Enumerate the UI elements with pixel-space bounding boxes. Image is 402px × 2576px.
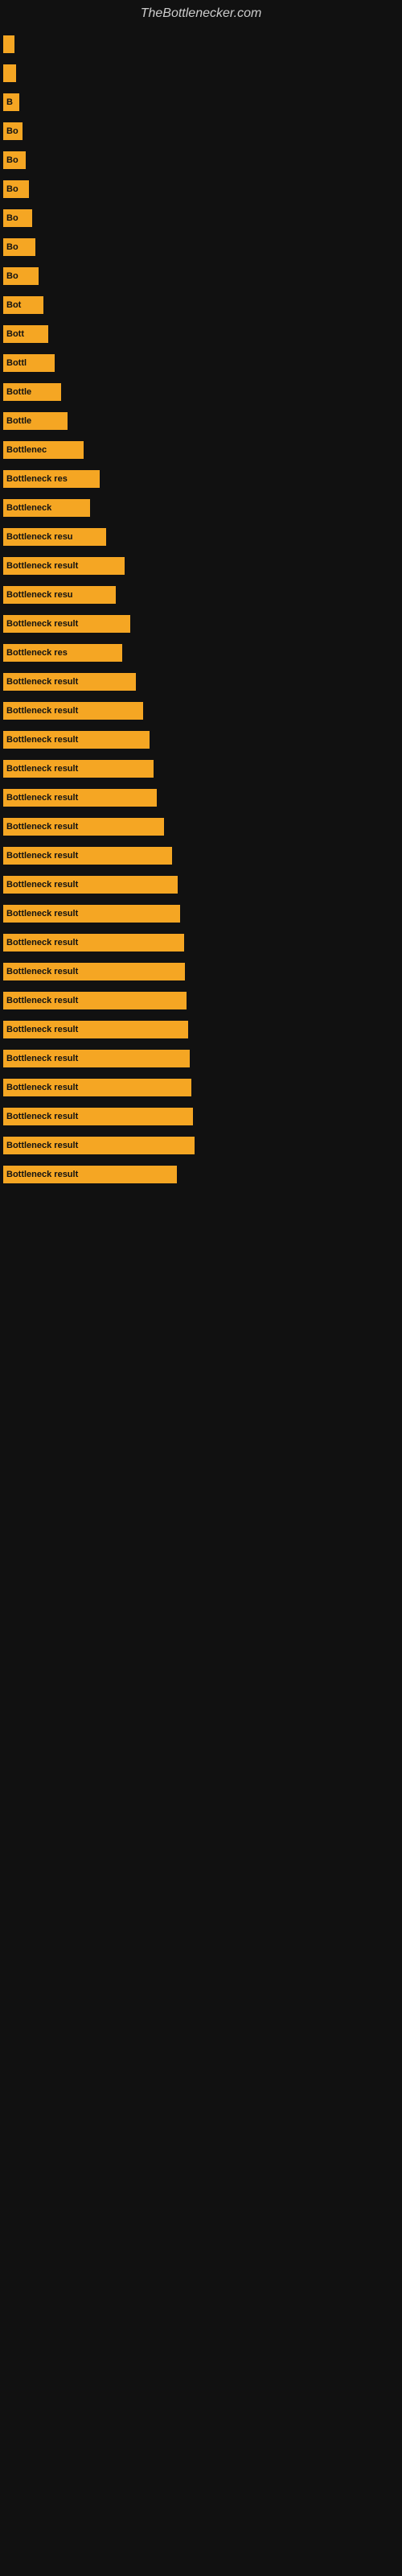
bar-row <box>0 64 402 82</box>
result-bar: Bottleneck res <box>3 470 100 488</box>
result-bar: Bottleneck resu <box>3 586 116 604</box>
bar-row: Bottleneck result <box>0 934 402 952</box>
result-bar: Bottleneck result <box>3 789 157 807</box>
bar-row: Bottleneck <box>0 499 402 517</box>
result-bar: Bottleneck result <box>3 905 180 923</box>
result-bar: Bottleneck result <box>3 847 172 865</box>
bar-row: Bot <box>0 296 402 314</box>
bar-row: Bottleneck result <box>0 731 402 749</box>
bar-row: Bottleneck result <box>0 702 402 720</box>
bar-row: Bottle <box>0 383 402 401</box>
result-bar: Bottleneck result <box>3 1166 177 1183</box>
result-bar: Bo <box>3 209 32 227</box>
result-bar: Bottleneck res <box>3 644 122 662</box>
bar-row: B <box>0 93 402 111</box>
result-bar: Bottleneck result <box>3 876 178 894</box>
bar-row: Bo <box>0 180 402 198</box>
bar-row: Bottleneck result <box>0 1108 402 1125</box>
bar-row: Bottleneck resu <box>0 528 402 546</box>
site-title: TheBottlenecker.com <box>0 0 402 27</box>
bars-container: B Bo Bo Bo Bo Bo Bo Bot Bott Bottl Bottle Bottle Bot… <box>0 27 402 1203</box>
result-bar: Bottle <box>3 383 61 401</box>
result-bar: Bottl <box>3 354 55 372</box>
result-bar: Bottleneck result <box>3 992 187 1009</box>
bar-row: Bottleneck res <box>0 470 402 488</box>
result-bar: Bo <box>3 151 26 169</box>
bar-row: Bottleneck result <box>0 992 402 1009</box>
result-bar: Bottleneck result <box>3 818 164 836</box>
result-bar: Bo <box>3 180 29 198</box>
result-bar <box>3 64 16 82</box>
result-bar: Bo <box>3 267 39 285</box>
bar-row: Bottleneck result <box>0 673 402 691</box>
result-bar: Bo <box>3 122 23 140</box>
bar-row: Bottleneck result <box>0 1137 402 1154</box>
bar-row: Bottleneck result <box>0 818 402 836</box>
result-bar: Bottleneck result <box>3 1108 193 1125</box>
result-bar: Bottleneck result <box>3 1137 195 1154</box>
result-bar: Bottleneck result <box>3 731 150 749</box>
bar-row: Bo <box>0 151 402 169</box>
bar-row <box>0 35 402 53</box>
bar-row: Bottl <box>0 354 402 372</box>
result-bar: Bottleneck <box>3 499 90 517</box>
bar-row: Bottleneck result <box>0 963 402 980</box>
result-bar: B <box>3 93 19 111</box>
result-bar: Bottleneck result <box>3 934 184 952</box>
bar-row: Bo <box>0 122 402 140</box>
bar-row: Bottleneck result <box>0 760 402 778</box>
bar-row: Bottleneck result <box>0 1079 402 1096</box>
bar-row: Bottlenec <box>0 441 402 459</box>
bar-row: Bottleneck result <box>0 1166 402 1183</box>
bar-row: Bottleneck result <box>0 557 402 575</box>
result-bar: Bottleneck result <box>3 557 125 575</box>
result-bar: Bottleneck result <box>3 1079 191 1096</box>
bar-row: Bottleneck result <box>0 1021 402 1038</box>
result-bar: Bo <box>3 238 35 256</box>
bar-row: Bottleneck result <box>0 905 402 923</box>
bar-row: Bottleneck result <box>0 789 402 807</box>
result-bar: Bottlenec <box>3 441 84 459</box>
result-bar <box>3 35 14 53</box>
bar-row: Bo <box>0 267 402 285</box>
result-bar: Bottle <box>3 412 68 430</box>
result-bar: Bottleneck result <box>3 673 136 691</box>
bar-row: Bottleneck result <box>0 876 402 894</box>
result-bar: Bot <box>3 296 43 314</box>
bar-row: Bottleneck res <box>0 644 402 662</box>
bar-row: Bo <box>0 238 402 256</box>
bar-row: Bottleneck result <box>0 615 402 633</box>
result-bar: Bott <box>3 325 48 343</box>
result-bar: Bottleneck result <box>3 702 143 720</box>
result-bar: Bottleneck resu <box>3 528 106 546</box>
bar-row: Bottleneck result <box>0 847 402 865</box>
bar-row: Bott <box>0 325 402 343</box>
result-bar: Bottleneck result <box>3 1050 190 1067</box>
result-bar: Bottleneck result <box>3 615 130 633</box>
bar-row: Bottleneck resu <box>0 586 402 604</box>
result-bar: Bottleneck result <box>3 963 185 980</box>
bar-row: Bottle <box>0 412 402 430</box>
bar-row: Bo <box>0 209 402 227</box>
result-bar: Bottleneck result <box>3 1021 188 1038</box>
bar-row: Bottleneck result <box>0 1050 402 1067</box>
result-bar: Bottleneck result <box>3 760 154 778</box>
